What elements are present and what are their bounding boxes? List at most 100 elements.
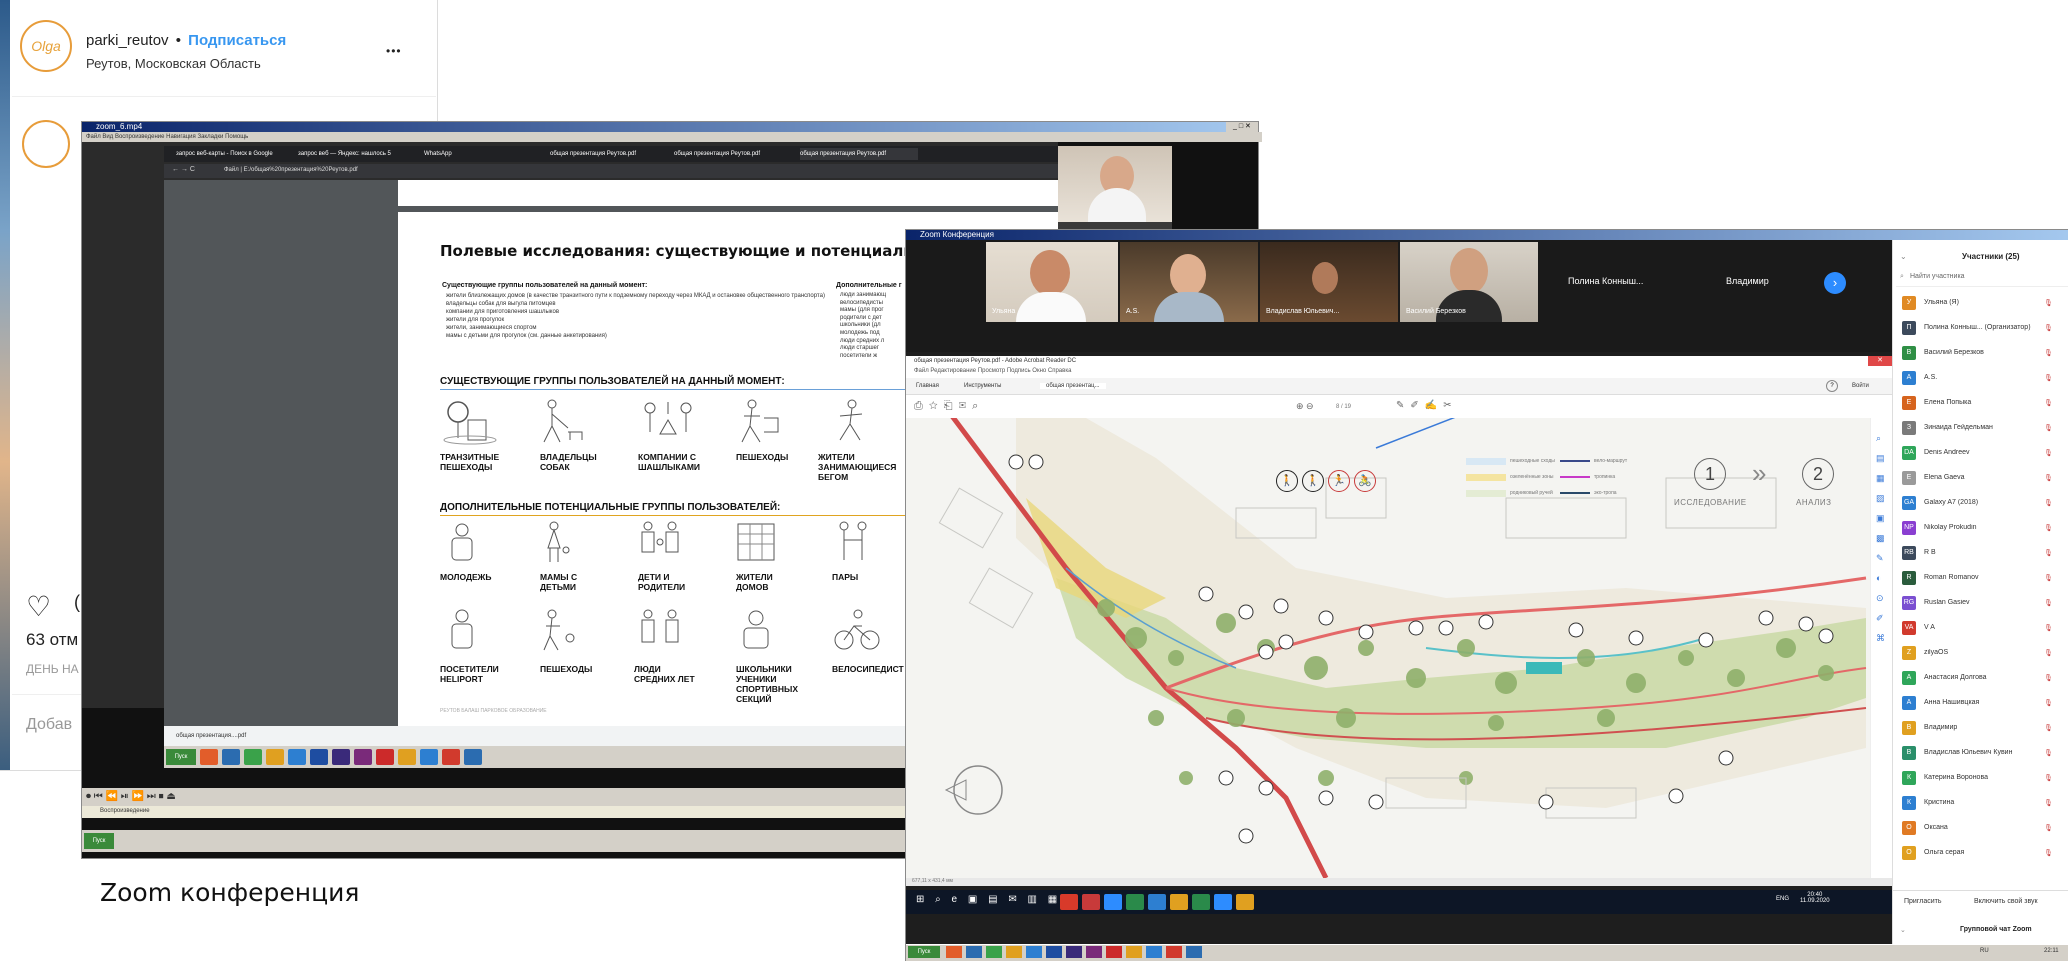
participant-row[interactable]: R Roman Romanov 🎙 xyxy=(1892,565,2068,590)
browser-tab-2[interactable]: запрос веб — Яндекс: нашлось 5 xyxy=(298,148,416,160)
app-icon[interactable] xyxy=(1082,894,1100,910)
location-link[interactable]: Реутов, Московская Область xyxy=(86,56,261,71)
mic-muted-icon[interactable]: 🎙 xyxy=(2044,824,2053,832)
mic-muted-icon[interactable]: 🎙 xyxy=(2044,549,2053,557)
profile-avatar[interactable]: Olga xyxy=(20,20,72,72)
acrobat-toolbar-icons[interactable]: ⎙☆⎗✉⌕ xyxy=(914,400,984,413)
video-tile-4[interactable]: Василий Березков xyxy=(1400,242,1538,322)
app-icon[interactable] xyxy=(1236,894,1254,910)
app-icon[interactable] xyxy=(266,749,284,765)
app-icon[interactable] xyxy=(1186,946,1202,958)
app-icon[interactable] xyxy=(420,749,438,765)
acrobat-signin[interactable]: Войти xyxy=(1852,383,1869,389)
mic-muted-icon[interactable]: 🎙 xyxy=(2044,599,2053,607)
acrobat-tab-home[interactable]: Главная xyxy=(916,383,939,389)
app-icon[interactable] xyxy=(332,749,350,765)
browser-tab-6[interactable]: общая презентация Реутов.pdf xyxy=(800,148,918,160)
group-chat-title[interactable]: Групповой чат Zoom xyxy=(1960,926,2032,933)
app-icon[interactable] xyxy=(966,946,982,958)
more-options-button[interactable]: ••• xyxy=(386,44,402,58)
acrobat-close-button[interactable]: ✕ xyxy=(1868,356,1892,366)
comment-avatar[interactable] xyxy=(22,120,70,168)
participant-row[interactable]: VA V A 🎙 xyxy=(1892,615,2068,640)
video-tile-1[interactable]: Ульяна xyxy=(986,242,1118,322)
help-icon[interactable]: ? xyxy=(1826,380,1838,392)
app-icon[interactable] xyxy=(1046,946,1062,958)
participant-row[interactable]: П Полина Конныш... (Организатор) 🎙 xyxy=(1892,315,2068,340)
player-start-button[interactable]: Пуск xyxy=(84,833,114,849)
participant-row[interactable]: GA Galaxy A7 (2018) 🎙 xyxy=(1892,490,2068,515)
media-player-menu[interactable]: Файл Вид Воспроизведение Навигация Закла… xyxy=(82,132,1262,142)
taskbar-lang[interactable]: RU xyxy=(1980,948,1989,954)
app-icon[interactable] xyxy=(1106,946,1122,958)
page-indicator[interactable]: 8 / 19 xyxy=(1336,404,1351,410)
participant-row[interactable]: RG Ruslan Gasiev 🎙 xyxy=(1892,590,2068,615)
window-controls[interactable]: _ □ ✕ xyxy=(1226,122,1258,132)
participant-row[interactable]: В Владислав Юльевич Кувин 🎙 xyxy=(1892,740,2068,765)
browser-tab-1[interactable]: запрос веб-карты - Поиск в Google xyxy=(176,148,294,160)
participant-row[interactable]: О Оксана 🎙 xyxy=(1892,815,2068,840)
chat-chevron-icon[interactable]: ⌄ xyxy=(1900,926,1906,934)
app-icon[interactable] xyxy=(1146,946,1162,958)
like-heart-icon[interactable]: ♡ xyxy=(26,590,51,623)
participant-row[interactable]: К Кристина 🎙 xyxy=(1892,790,2068,815)
follow-button[interactable]: Подписаться xyxy=(188,32,286,49)
app-icon[interactable] xyxy=(1104,894,1122,910)
add-comment-input[interactable]: Добав xyxy=(26,716,72,734)
page-nav-icons[interactable]: ⊕ ⊖ xyxy=(1296,401,1314,412)
app-icon[interactable] xyxy=(986,946,1002,958)
mic-muted-icon[interactable]: 🎙 xyxy=(2044,399,2053,407)
video-tile-2[interactable]: A.S. xyxy=(1120,242,1258,322)
browser-tab-4[interactable]: общая презентация Реутов.pdf xyxy=(550,148,668,160)
unmute-button[interactable]: Включить свой звук xyxy=(1974,898,2038,905)
participant-row[interactable]: Е Елена Попыка 🎙 xyxy=(1892,390,2068,415)
app-icon[interactable] xyxy=(398,749,416,765)
participant-row[interactable]: О Ольга серая 🎙 xyxy=(1892,840,2068,865)
mic-muted-icon[interactable]: 🎙 xyxy=(2044,524,2053,532)
mic-muted-icon[interactable]: 🎙 xyxy=(2044,499,2053,507)
app-icon[interactable] xyxy=(1126,894,1144,910)
acrobat-tab-tools[interactable]: Инструменты xyxy=(964,383,1001,389)
playback-buttons[interactable]: ⏺ ⏮ ⏪ ⏯ ⏩ ⏭ ⏹ ⏏ xyxy=(86,791,176,802)
mic-muted-icon[interactable]: 🎙 xyxy=(2044,374,2053,382)
app-icon[interactable] xyxy=(200,749,218,765)
comment-icon-partial[interactable]: ( xyxy=(74,592,80,613)
mic-muted-icon[interactable]: 🎙 xyxy=(2044,574,2053,582)
invite-button[interactable]: Пригласить xyxy=(1904,898,1941,905)
app-icon[interactable] xyxy=(1148,894,1166,910)
browser-tab-3[interactable]: WhatsApp xyxy=(424,148,542,160)
annotate-icons[interactable]: ✎✐✍✂ xyxy=(1396,400,1458,411)
mic-muted-icon[interactable]: 🎙 xyxy=(2044,299,2053,307)
address-bar[interactable]: Файл | E:/общая%20презентация%20Реутов.p… xyxy=(224,167,358,173)
participant-row[interactable]: А A.S. 🎙 xyxy=(1892,365,2068,390)
name-tile-1[interactable]: Полина Конныш... xyxy=(1540,242,1678,322)
app-icon[interactable] xyxy=(1086,946,1102,958)
mic-muted-icon[interactable]: 🎙 xyxy=(2044,699,2053,707)
app-icon[interactable] xyxy=(1026,946,1042,958)
app-icon[interactable] xyxy=(1126,946,1142,958)
mic-muted-icon[interactable]: 🎙 xyxy=(2044,774,2053,782)
tray-lang[interactable]: ENG xyxy=(1776,896,1789,902)
mic-muted-icon[interactable]: 🎙 xyxy=(2044,349,2053,357)
mic-muted-icon[interactable]: 🎙 xyxy=(2044,449,2053,457)
mic-muted-icon[interactable]: 🎙 xyxy=(2044,324,2053,332)
participant-row[interactable]: E Elena Gaeva 🎙 xyxy=(1892,465,2068,490)
app-icon[interactable] xyxy=(222,749,240,765)
taskbar-clock[interactable]: 22:11 xyxy=(2044,948,2059,954)
app-icon[interactable] xyxy=(1170,894,1188,910)
inner-start-button[interactable]: Пуск xyxy=(166,749,196,765)
participant-row[interactable]: В Владимир 🎙 xyxy=(1892,715,2068,740)
participant-row[interactable]: У Ульяна (Я) 🎙 xyxy=(1892,290,2068,315)
app-icon[interactable] xyxy=(1214,894,1232,910)
mic-muted-icon[interactable]: 🎙 xyxy=(2044,799,2053,807)
participant-row[interactable]: А Анна Нашивцкая 🎙 xyxy=(1892,690,2068,715)
app-icon[interactable] xyxy=(1166,946,1182,958)
mic-muted-icon[interactable]: 🎙 xyxy=(2044,624,2053,632)
app-icon[interactable] xyxy=(442,749,460,765)
app-icon[interactable] xyxy=(464,749,482,765)
participant-row[interactable]: В Василий Березков 🎙 xyxy=(1892,340,2068,365)
video-tile-3[interactable]: Владислав Юльевич... xyxy=(1260,242,1398,322)
participant-row[interactable]: З Зинаида Гейдельман 🎙 xyxy=(1892,415,2068,440)
participants-search[interactable]: ⌕ Найти участника xyxy=(1896,270,2068,287)
tray-clock[interactable]: 20:40 11.09.2020 xyxy=(1800,892,1830,904)
